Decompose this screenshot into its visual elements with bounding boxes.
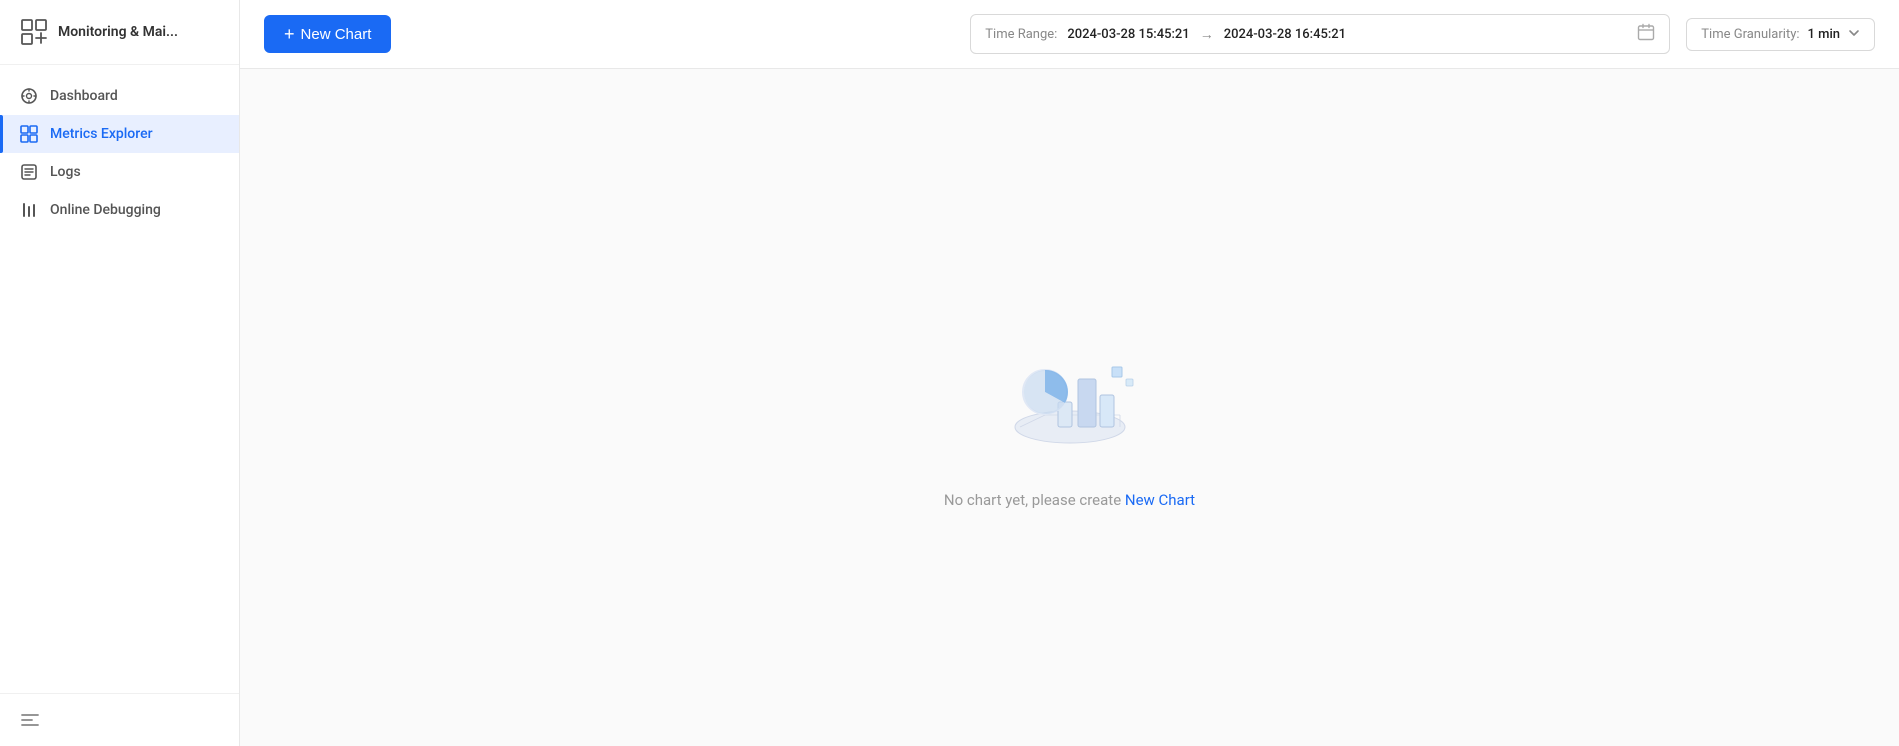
debugging-icon — [20, 201, 38, 219]
granularity-value: 1 min — [1808, 27, 1841, 42]
plus-icon: + — [284, 25, 295, 43]
granularity-label: Time Granularity: — [1701, 27, 1799, 42]
main-content: + New Chart Time Range: 2024-03-28 15:45… — [240, 0, 1899, 746]
sidebar-bottom — [0, 693, 239, 746]
time-range-start: 2024-03-28 15:45:21 — [1067, 27, 1189, 42]
sidebar-item-online-debugging[interactable]: Online Debugging — [0, 191, 239, 229]
topbar: + New Chart Time Range: 2024-03-28 15:45… — [240, 0, 1899, 69]
sidebar-bottom-menu-icon[interactable] — [20, 710, 40, 730]
sidebar-item-label-logs: Logs — [50, 164, 81, 180]
sidebar-item-metrics-explorer[interactable]: Metrics Explorer — [0, 115, 239, 153]
sidebar-logo: Monitoring & Mai... — [0, 0, 239, 65]
sidebar-item-label-dashboard: Dashboard — [50, 88, 118, 104]
sidebar-item-dashboard[interactable]: Dashboard — [0, 77, 239, 115]
dashboard-icon — [20, 87, 38, 105]
time-range-picker[interactable]: Time Range: 2024-03-28 15:45:21 → 2024-0… — [970, 14, 1670, 54]
sidebar-item-logs[interactable]: Logs — [0, 153, 239, 191]
app-title: Monitoring & Mai... — [58, 24, 178, 40]
calendar-icon[interactable] — [1637, 23, 1655, 45]
empty-illustration — [990, 307, 1150, 467]
time-range-label: Time Range: — [985, 27, 1057, 42]
time-granularity-picker[interactable]: Time Granularity: 1 min — [1686, 18, 1875, 51]
new-chart-label: New Chart — [301, 26, 372, 43]
monitoring-icon — [20, 18, 48, 46]
content-area: No chart yet, please create New Chart — [240, 69, 1899, 746]
sidebar-navigation: Dashboard Metrics Explorer — [0, 65, 239, 693]
empty-state-text: No chart yet, please create New Chart — [944, 491, 1195, 509]
sidebar-item-label-debugging: Online Debugging — [50, 202, 161, 218]
empty-state-new-chart-link[interactable]: New Chart — [1125, 491, 1195, 509]
arrow-right-icon: → — [1200, 26, 1214, 43]
chevron-down-icon — [1848, 27, 1860, 42]
time-range-end: 2024-03-28 16:45:21 — [1224, 27, 1346, 42]
new-chart-button[interactable]: + New Chart — [264, 15, 391, 53]
sidebar-item-label-metrics: Metrics Explorer — [50, 126, 153, 142]
logs-icon — [20, 163, 38, 181]
sidebar: Monitoring & Mai... Dashboard — [0, 0, 240, 746]
metrics-explorer-icon — [20, 125, 38, 143]
empty-state-message: No chart yet, please create — [944, 491, 1125, 509]
